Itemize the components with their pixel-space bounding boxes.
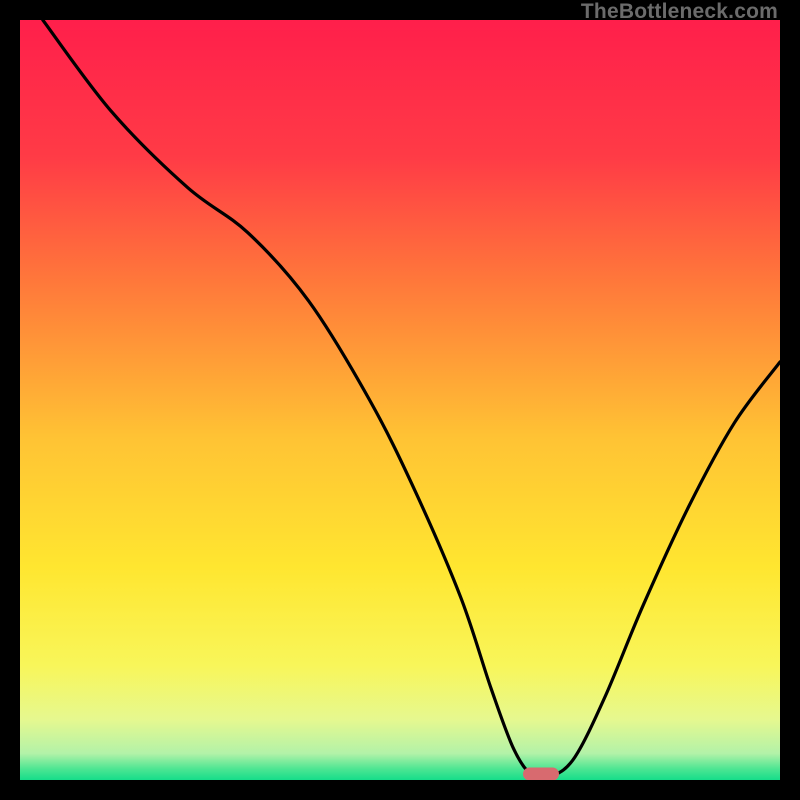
plot-area — [20, 20, 780, 780]
bottleneck-curve — [20, 20, 780, 780]
optimal-point-marker — [523, 767, 559, 780]
chart-frame: TheBottleneck.com — [0, 0, 800, 800]
